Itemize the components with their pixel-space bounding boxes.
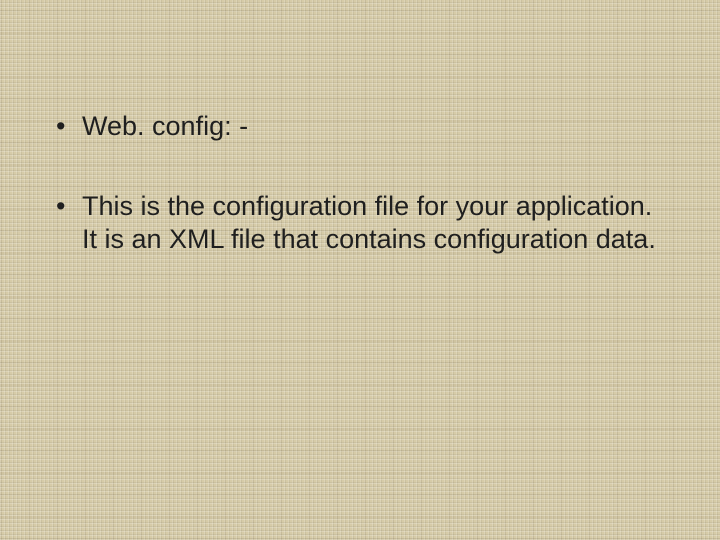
list-item: Web. config: - bbox=[50, 110, 670, 142]
bullet-text: Web. config: - bbox=[82, 111, 248, 141]
bullet-list: Web. config: - This is the configuration… bbox=[50, 110, 670, 255]
bullet-text: This is the configuration file for your … bbox=[82, 191, 656, 253]
slide: Web. config: - This is the configuration… bbox=[0, 0, 720, 540]
list-item: This is the configuration file for your … bbox=[50, 190, 670, 255]
